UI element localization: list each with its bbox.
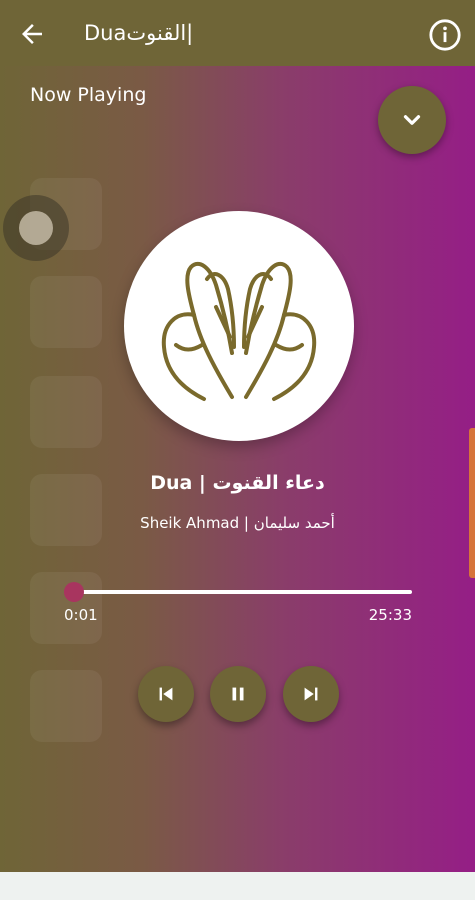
track-title: Dua | دعاء القنوت (150, 472, 325, 494)
app-bar: Duaالقنوت| (0, 0, 475, 66)
background-list-tile (30, 376, 102, 448)
seek-thumb[interactable] (64, 582, 84, 602)
info-icon (429, 19, 461, 51)
background-list-tile (30, 670, 102, 742)
skip-previous-icon (159, 687, 173, 701)
album-artwork (124, 211, 354, 441)
next-button[interactable] (283, 666, 339, 722)
chevron-down-icon (403, 115, 421, 125)
skip-next-icon (304, 687, 318, 701)
back-button[interactable] (14, 16, 50, 52)
background-play-indicator (3, 195, 69, 261)
previous-button[interactable] (138, 666, 194, 722)
total-duration: 25:33 (368, 606, 412, 624)
collapse-player-button[interactable] (378, 86, 446, 154)
seek-bar[interactable] (64, 581, 412, 603)
background-list-tile (30, 276, 102, 348)
praying-hands-icon (161, 261, 317, 401)
arrow-left-icon (22, 24, 42, 44)
pause-icon (232, 687, 244, 701)
page-title: Duaالقنوت| (84, 21, 194, 45)
now-playing-label: Now Playing (30, 84, 147, 106)
now-playing-panel: Now Playing Dua | دعاء القنوت Sheik Ahma… (0, 66, 475, 872)
seek-track (64, 590, 412, 594)
info-button[interactable] (426, 16, 464, 54)
side-scroll-tab[interactable] (469, 428, 475, 578)
pause-button[interactable] (210, 666, 266, 722)
elapsed-time: 0:01 (64, 606, 98, 624)
track-artist: Sheik Ahmad | أحمد سليمان (140, 514, 335, 532)
system-nav-strip (0, 872, 475, 900)
